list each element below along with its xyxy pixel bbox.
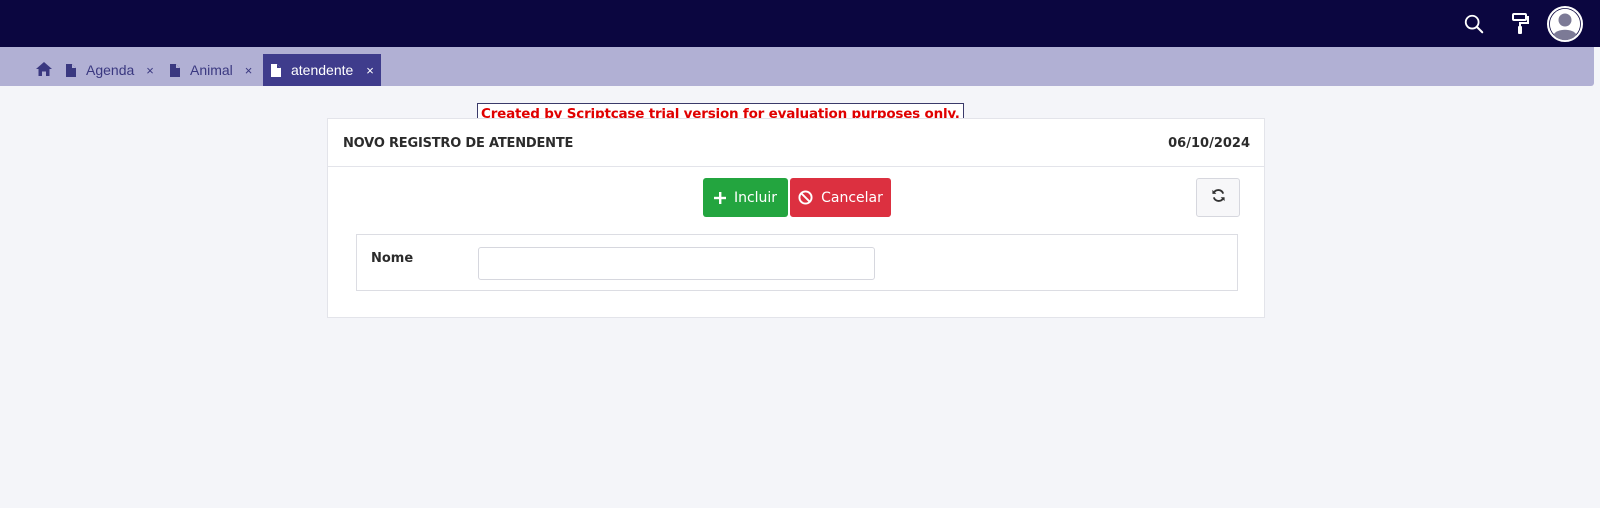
incluir-label: Incluir [733,189,778,206]
close-tab-icon[interactable]: × [245,63,253,78]
form-header: NOVO REGISTRO DE ATENDENTE 06/10/2024 [328,119,1264,167]
nome-input[interactable] [478,247,875,280]
ban-icon [798,190,813,205]
user-avatar-icon[interactable] [1545,0,1585,47]
page-title: NOVO REGISTRO DE ATENDENTE [343,136,574,151]
tab-home[interactable] [36,54,54,86]
tab-label: Animal [190,62,233,78]
incluir-button[interactable]: Incluir [703,178,788,217]
plus-icon [713,191,726,204]
tab-label: Agenda [86,62,135,78]
tab-agenda[interactable]: Agenda × [66,54,154,86]
nome-field-group: Nome [356,234,1238,291]
close-tab-icon[interactable]: × [366,63,374,78]
home-icon [36,61,52,79]
search-icon[interactable] [1460,0,1488,47]
cancelar-label: Cancelar [821,189,883,206]
paint-roller-icon[interactable] [1507,0,1533,47]
cancelar-button[interactable]: Cancelar [790,178,891,217]
document-icon [170,63,180,77]
form-card: NOVO REGISTRO DE ATENDENTE 06/10/2024 In… [327,118,1265,318]
tab-animal[interactable]: Animal × [170,54,252,86]
refresh-icon [1211,188,1226,208]
top-navbar [0,0,1600,47]
refresh-button[interactable] [1196,178,1240,217]
header-date: 06/10/2024 [1168,136,1250,151]
close-tab-icon[interactable]: × [146,63,154,78]
nome-label: Nome [371,251,414,266]
document-icon [271,63,281,77]
document-icon [66,63,76,77]
tab-bar: Agenda × Animal × atendente × [0,47,1594,86]
tab-label: atendente [291,62,354,78]
tab-atendente[interactable]: atendente × [263,54,381,86]
